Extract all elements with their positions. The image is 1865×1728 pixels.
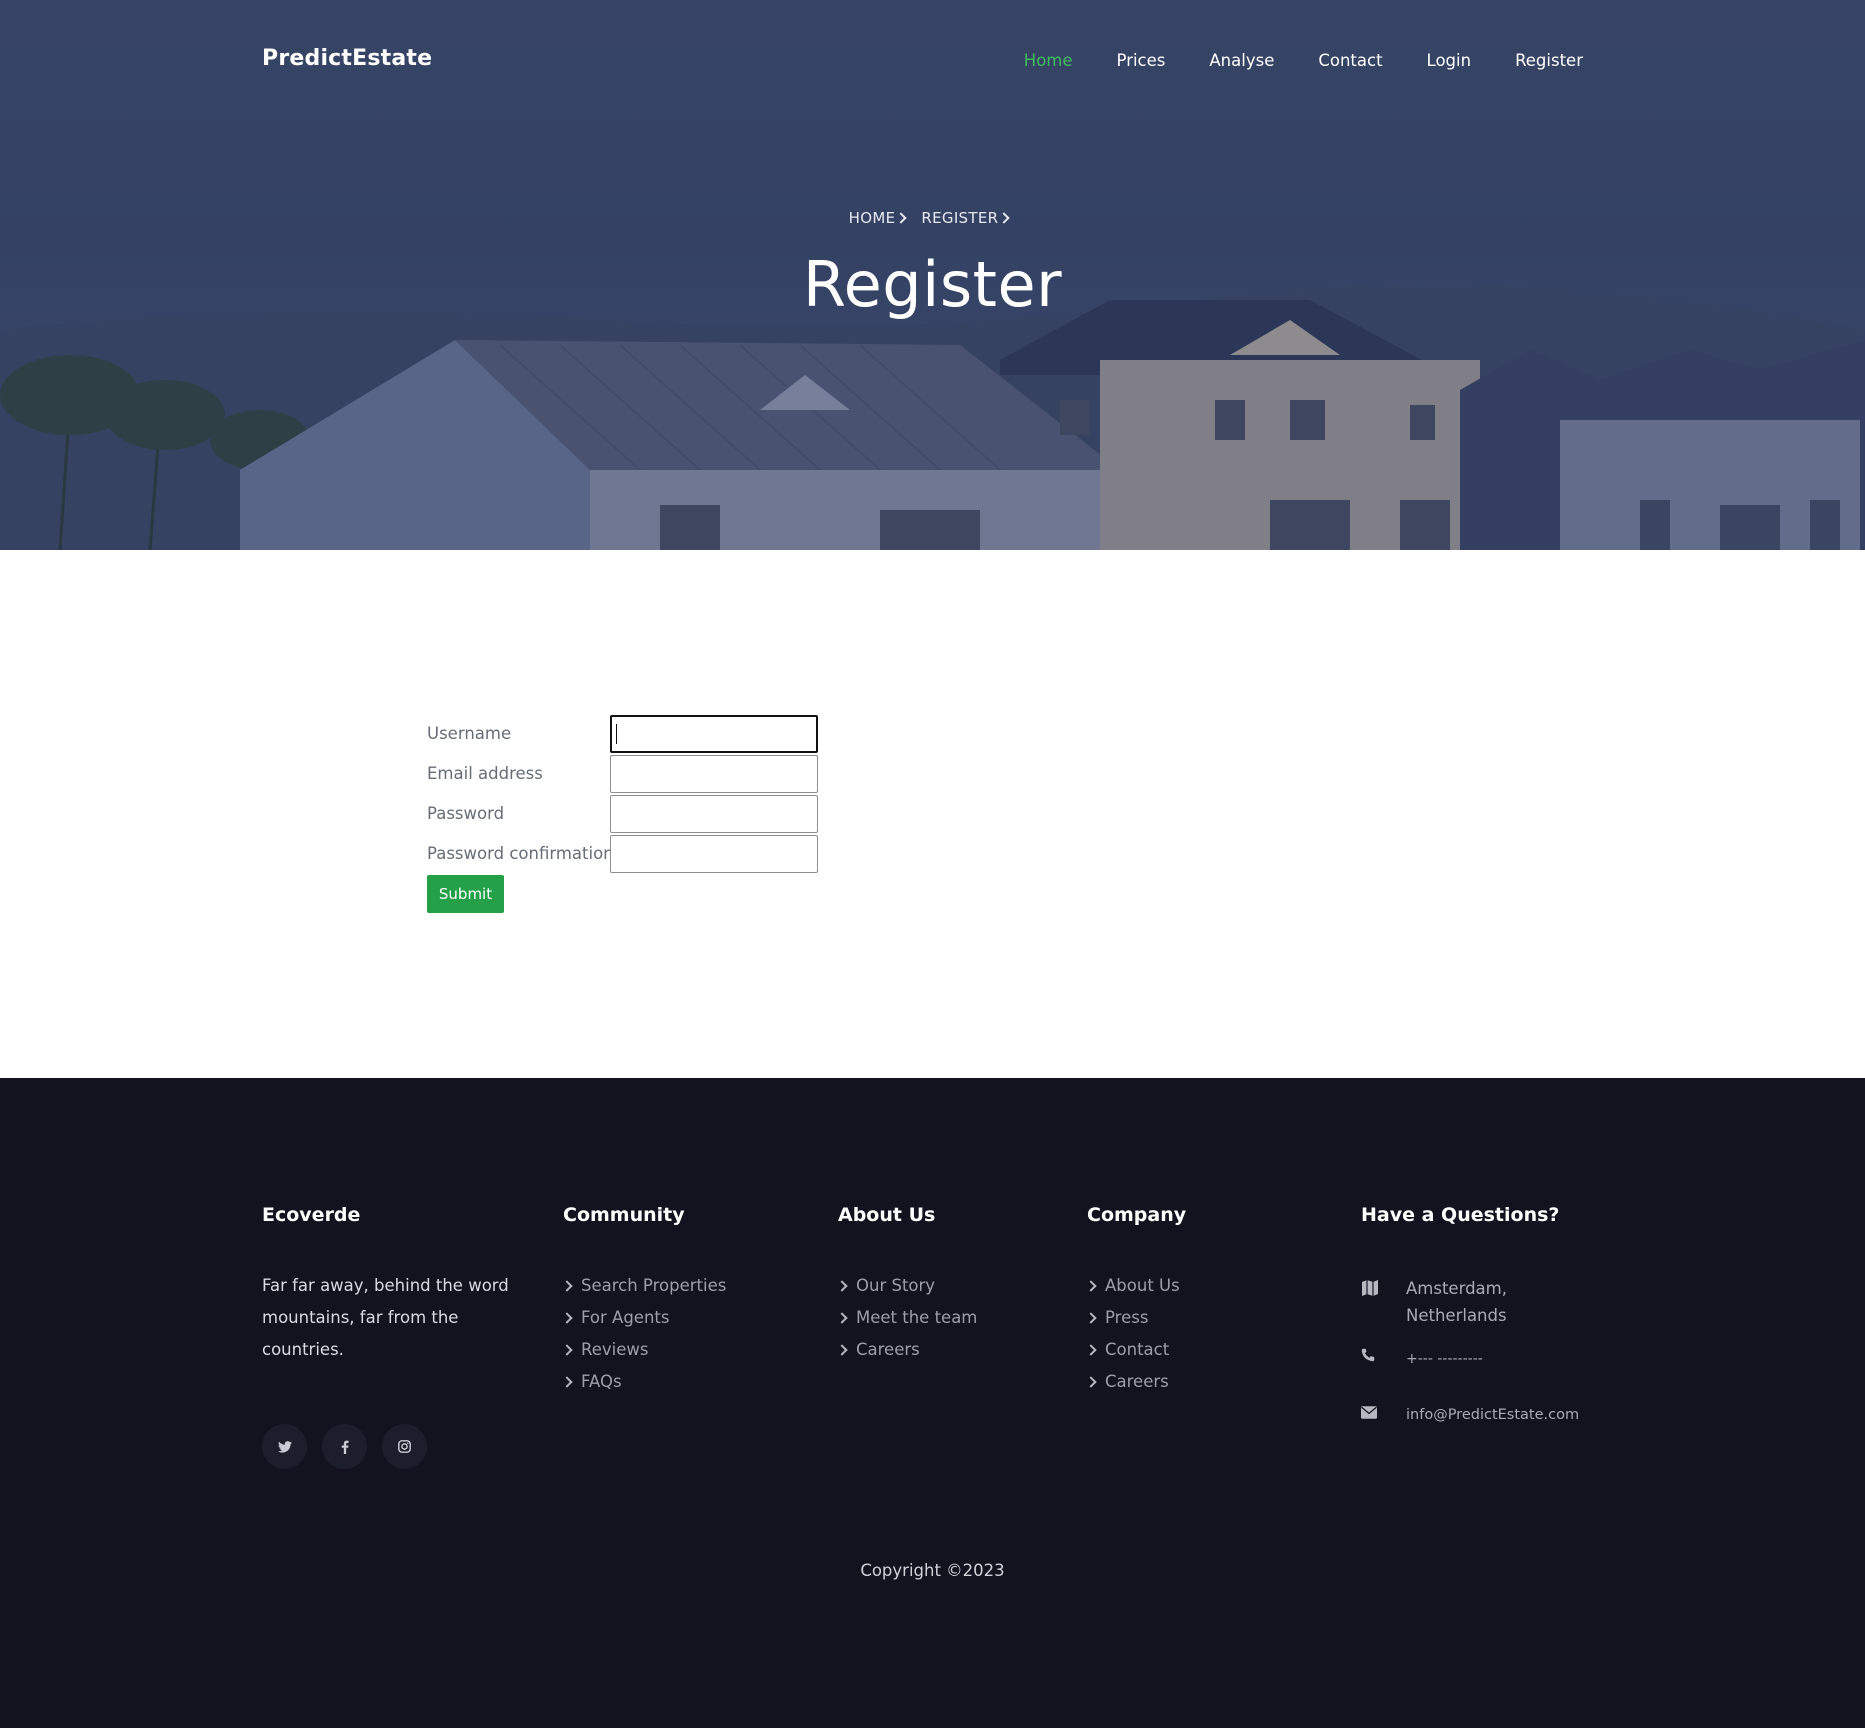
submit-button[interactable]: Submit (427, 875, 504, 913)
footer-heading-company: Company (1087, 1204, 1187, 1226)
footer-link-careers-company[interactable]: Careers (1085, 1366, 1186, 1398)
nav-item-register[interactable]: Register (1515, 51, 1583, 70)
facebook-icon (341, 1440, 349, 1454)
hero-banner: PredictEstate Home Prices Analyse Contac… (0, 0, 1865, 550)
chevron-right-icon (836, 1280, 848, 1292)
password-row: Password (427, 795, 827, 833)
chevron-right-icon (561, 1280, 573, 1292)
twitter-icon (277, 1440, 292, 1453)
chevron-right-icon (561, 1344, 573, 1356)
facebook-button[interactable] (322, 1424, 367, 1469)
password-input[interactable] (610, 795, 818, 833)
footer-heading-ecoverde: Ecoverde (262, 1204, 361, 1226)
footer: Ecoverde Far far away, behind the word m… (0, 1078, 1865, 1728)
main-menu: Home Prices Analyse Contact Login Regist… (1024, 51, 1583, 70)
envelope-icon (1361, 1406, 1377, 1419)
footer-link-about-us[interactable]: About Us (1085, 1270, 1186, 1302)
page-title: Register (802, 248, 1063, 321)
footer-link-our-story[interactable]: Our Story (836, 1270, 977, 1302)
password-confirmation-input[interactable] (610, 835, 818, 873)
footer-col-company: Company About Us Press Contact Careers (1085, 1204, 1187, 1398)
password-label: Password (427, 804, 505, 823)
footer-link-faqs[interactable]: FAQs (561, 1366, 726, 1398)
footer-link-press[interactable]: Press (1085, 1302, 1186, 1334)
chevron-right-icon (1085, 1344, 1097, 1356)
breadcrumb-home[interactable]: HOME (849, 209, 914, 227)
nav-item-prices[interactable]: Prices (1117, 51, 1166, 70)
footer-link-label: Our Story (856, 1276, 936, 1295)
footer-link-search-properties[interactable]: Search Properties (561, 1270, 727, 1302)
social-links (262, 1424, 427, 1469)
chevron-right-icon (1085, 1312, 1097, 1324)
chevron-right-icon (836, 1312, 848, 1324)
footer-link-label: About Us (1105, 1276, 1180, 1295)
footer-link-label: Reviews (581, 1340, 649, 1359)
username-row: Username (427, 715, 827, 753)
text-caret (616, 724, 617, 744)
breadcrumb: HOME REGISTER (0, 209, 1865, 227)
chevron-right-icon (895, 212, 908, 224)
chevron-right-icon (836, 1344, 848, 1356)
footer-link-meet-the-team[interactable]: Meet the team (836, 1302, 978, 1334)
footer-link-for-agents[interactable]: For Agents (561, 1302, 726, 1334)
copyright-text: Copyright ©2023 (860, 1561, 1005, 1580)
chevron-right-icon (1085, 1376, 1097, 1388)
footer-link-contact[interactable]: Contact (1085, 1334, 1186, 1366)
footer-col-about-us: About Us Our Story Meet the team Careers (836, 1204, 978, 1366)
email-input[interactable] (610, 755, 818, 793)
footer-link-label: FAQs (581, 1372, 622, 1391)
phone-icon (1361, 1348, 1375, 1362)
username-label: Username (427, 724, 512, 743)
contact-email-text: info@PredictEstate.com (1406, 1407, 1580, 1423)
nav-item-analyse[interactable]: Analyse (1209, 51, 1274, 70)
breadcrumb-register[interactable]: REGISTER (921, 209, 1016, 227)
footer-about-text: Far far away, behind the word mountains,… (262, 1276, 509, 1359)
footer-link-label: Meet the team (856, 1308, 978, 1327)
username-input[interactable] (610, 715, 818, 753)
chevron-right-icon (998, 212, 1010, 224)
footer-link-label: Search Properties (581, 1276, 727, 1295)
footer-heading-community: Community (563, 1204, 685, 1226)
twitter-button[interactable] (262, 1424, 307, 1469)
contact-phone-text: +--- --------- (1406, 1351, 1483, 1367)
footer-col-community: Community Search Properties For Agents R… (561, 1204, 727, 1398)
footer-link-reviews[interactable]: Reviews (561, 1334, 726, 1366)
nav-item-login[interactable]: Login (1427, 51, 1472, 70)
password-confirmation-label: Password confirmation (427, 844, 614, 863)
breadcrumb-register-label: REGISTER (921, 209, 999, 227)
nav-item-home[interactable]: Home (1024, 51, 1073, 70)
brand-logo[interactable]: PredictEstate (262, 46, 432, 71)
email-row: Email address (427, 755, 827, 793)
footer-heading-questions: Have a Questions? (1361, 1204, 1560, 1226)
footer-col-questions: Have a Questions? (1361, 1204, 1559, 1270)
password-confirmation-row: Password confirmation (427, 835, 827, 873)
footer-col-ecoverde: Ecoverde Far far away, behind the word m… (262, 1204, 512, 1366)
footer-link-label: Careers (1105, 1372, 1169, 1391)
contact-address-text: Amsterdam, Netherlands (1406, 1279, 1507, 1325)
top-navbar: PredictEstate Home Prices Analyse Contac… (0, 0, 1865, 122)
breadcrumb-home-label: HOME (848, 209, 896, 227)
chevron-right-icon (1085, 1280, 1097, 1292)
instagram-icon (398, 1440, 411, 1453)
map-icon (1362, 1280, 1378, 1296)
footer-link-label: For Agents (581, 1308, 670, 1327)
instagram-button[interactable] (382, 1424, 427, 1469)
email-label: Email address (427, 764, 543, 783)
nav-item-contact[interactable]: Contact (1318, 51, 1382, 70)
footer-link-label: Contact (1105, 1340, 1170, 1359)
footer-heading-about-us: About Us (838, 1204, 936, 1226)
footer-link-careers[interactable]: Careers (836, 1334, 977, 1366)
chevron-right-icon (561, 1312, 573, 1324)
footer-link-label: Press (1105, 1308, 1149, 1327)
chevron-right-icon (561, 1376, 573, 1388)
footer-link-label: Careers (856, 1340, 920, 1359)
